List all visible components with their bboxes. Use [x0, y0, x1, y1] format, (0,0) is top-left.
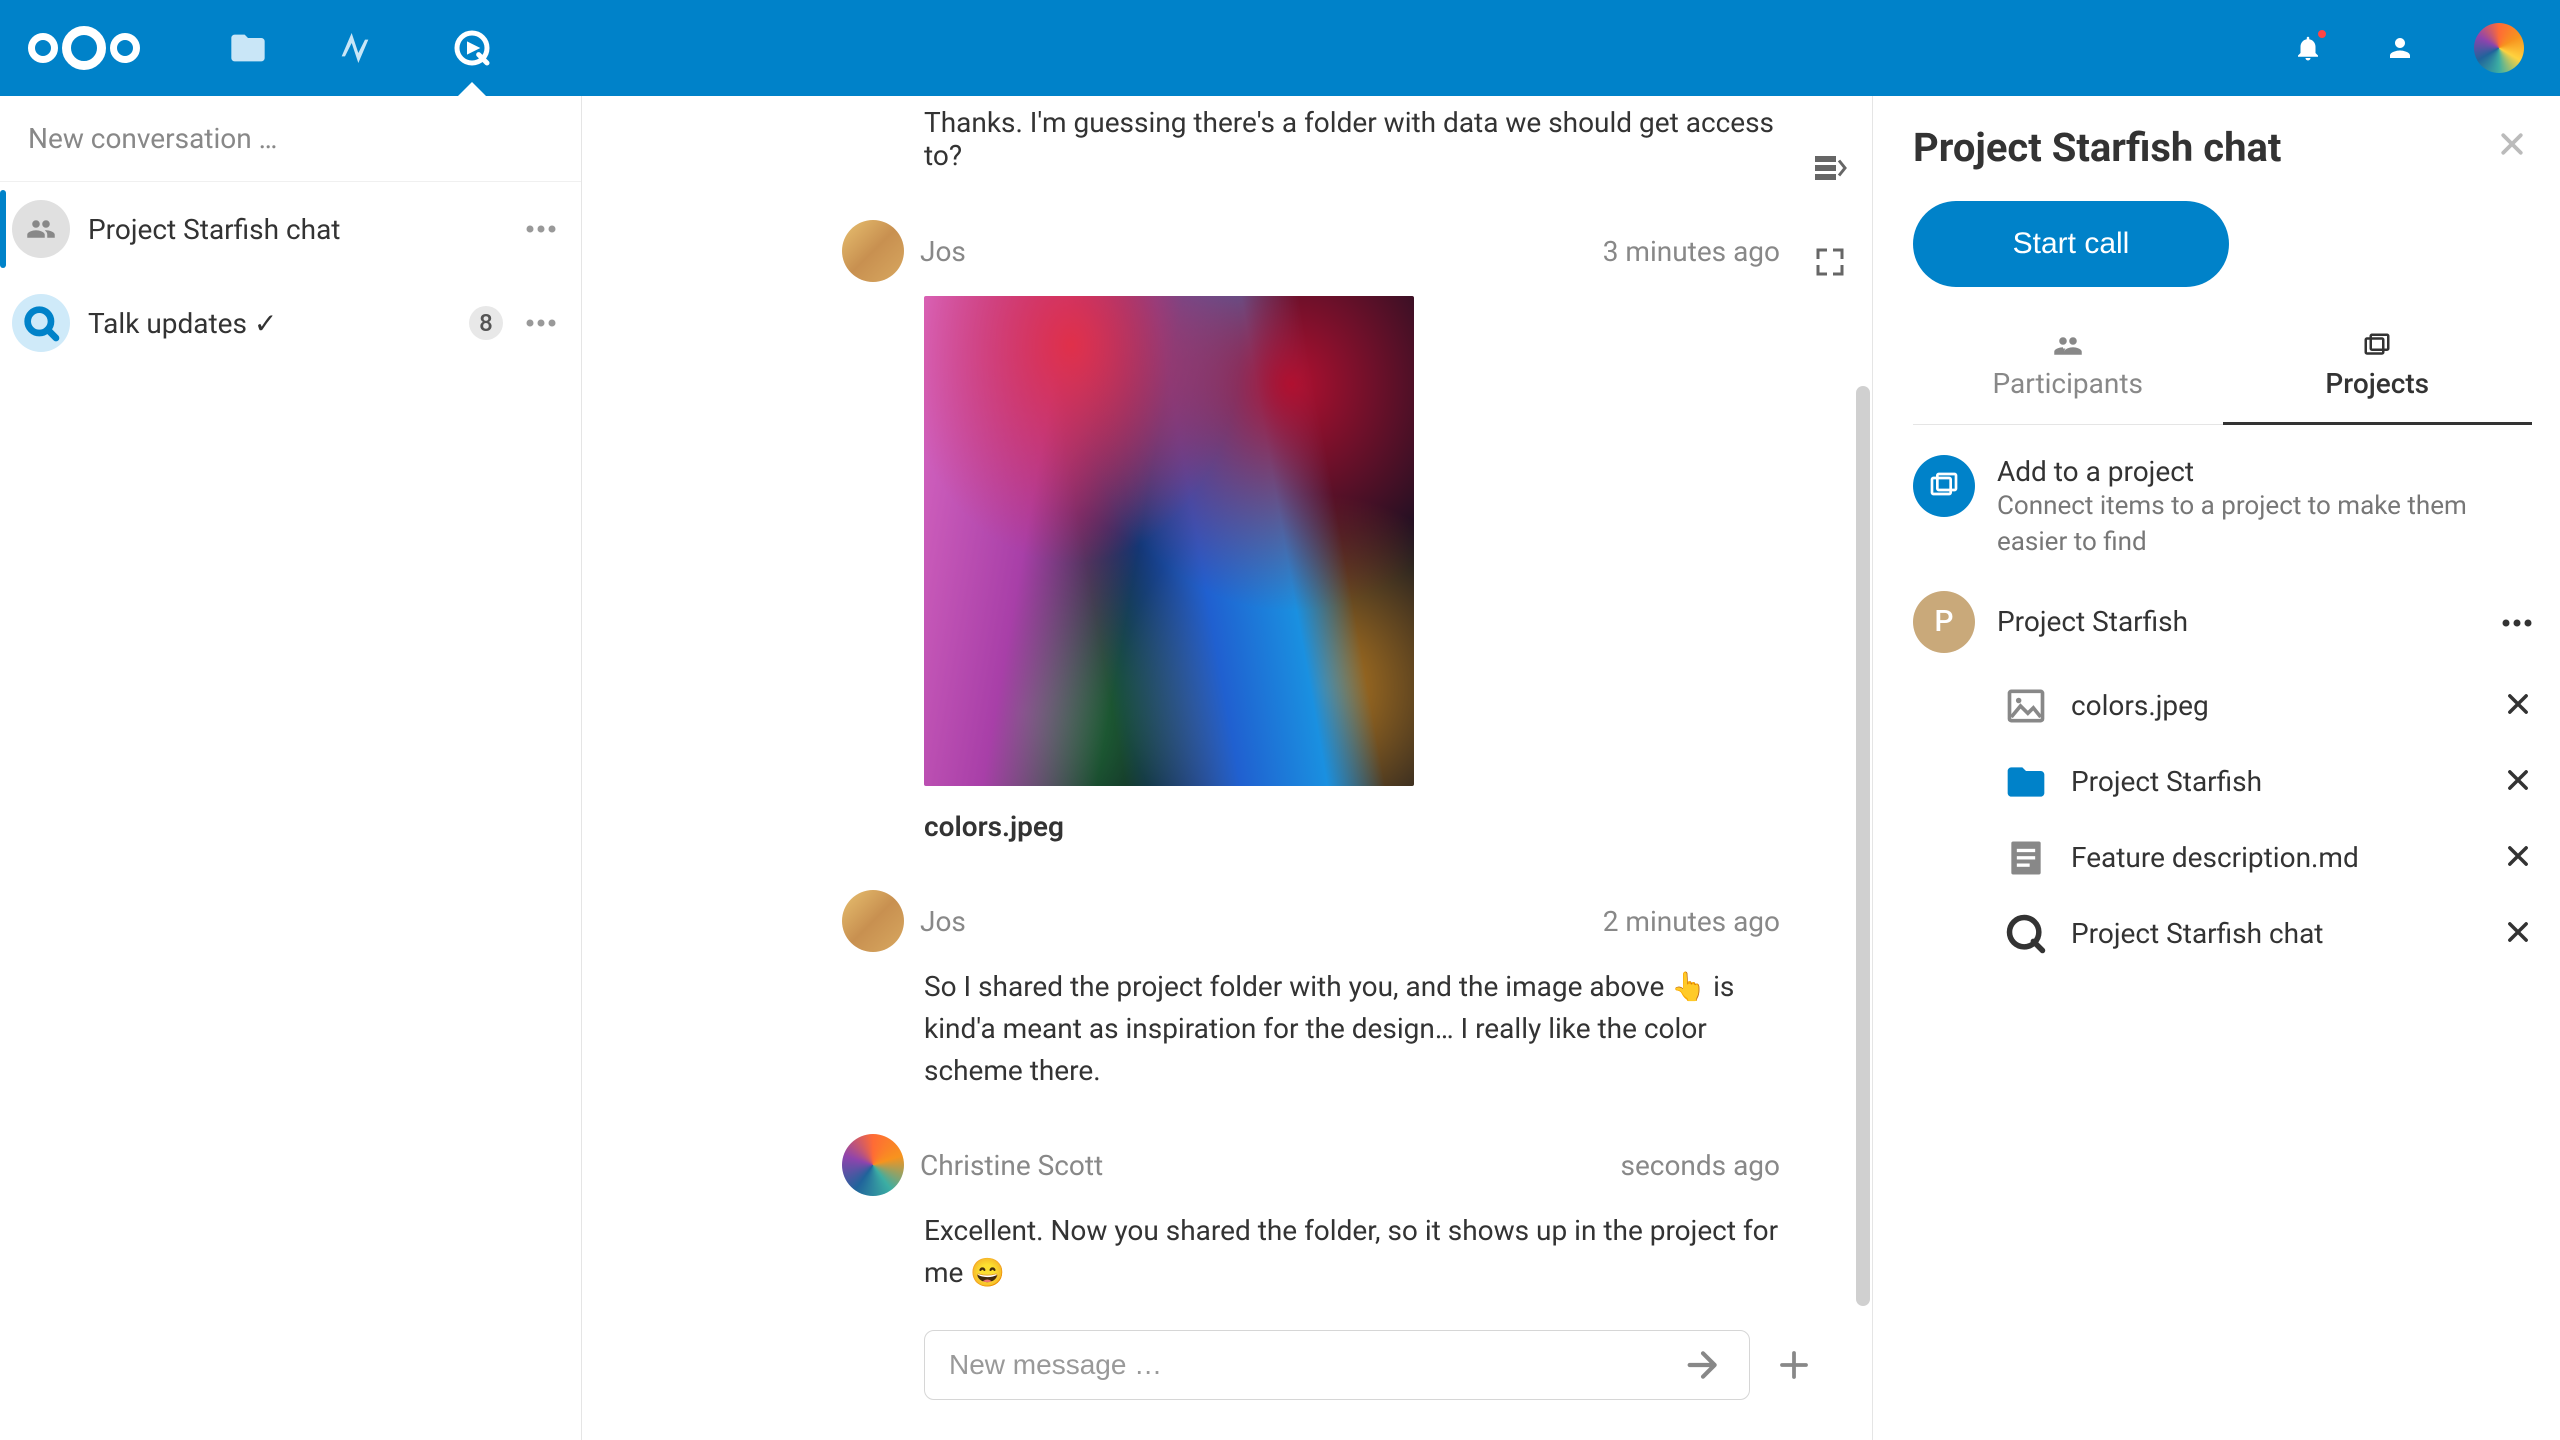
projects-icon [2223, 331, 2533, 361]
participants-icon [1913, 331, 2223, 361]
tab-label: Projects [2223, 367, 2533, 400]
send-icon[interactable] [1681, 1343, 1725, 1387]
conversation-name: Talk updates ✓ [88, 307, 451, 340]
message-body: Thanks. I'm guessing there's a folder wi… [924, 106, 1780, 172]
message-time: 3 minutes ago [1603, 235, 1780, 268]
logo-circle [110, 33, 140, 63]
conversation-item[interactable]: Project Starfish chat [0, 182, 581, 276]
conversation-menu-icon[interactable] [521, 225, 561, 233]
sender-avatar [842, 1134, 904, 1196]
message: Jos 3 minutes ago colors.jpeg [924, 220, 1780, 848]
contacts-icon[interactable] [2382, 30, 2418, 66]
attach-icon[interactable] [1772, 1343, 1816, 1387]
close-icon[interactable] [2492, 124, 2532, 164]
message-body: So I shared the project folder with you,… [924, 966, 1780, 1092]
project-item-label: Project Starfish chat [2071, 917, 2482, 950]
sender-name: Jos [920, 905, 966, 938]
message: Christine Scott seconds ago Excellent. N… [924, 1134, 1780, 1294]
document-icon [2003, 835, 2049, 881]
message-body: Excellent. Now you shared the folder, so… [924, 1210, 1780, 1294]
logo-circle [62, 26, 106, 70]
conversation-item[interactable]: Talk updates ✓ 8 [0, 276, 581, 370]
conversation-menu-icon[interactable] [521, 319, 561, 327]
sender-name: Jos [920, 235, 966, 268]
add-to-project-button[interactable]: Add to a project Connect items to a proj… [1913, 455, 2532, 561]
project-avatar: P [1913, 591, 1975, 653]
folder-icon [2003, 759, 2049, 805]
activity-icon[interactable] [340, 28, 380, 68]
tab-projects[interactable]: Projects [2223, 331, 2533, 425]
tab-participants[interactable]: Participants [1913, 331, 2223, 424]
add-project-title: Add to a project [1997, 455, 2532, 488]
details-panel: Project Starfish chat Start call Partici… [1872, 96, 2560, 1440]
conversation-name: Project Starfish chat [88, 213, 503, 246]
remove-icon[interactable] [2504, 842, 2532, 874]
link-icon [1913, 455, 1975, 517]
remove-icon[interactable] [2504, 690, 2532, 722]
compose-row [618, 1330, 1836, 1440]
nav-icons [228, 28, 492, 68]
message: Jos 2 minutes ago So I shared the projec… [924, 890, 1780, 1092]
message-time: seconds ago [1621, 1149, 1781, 1182]
sender-name: Christine Scott [920, 1149, 1103, 1182]
message-input[interactable] [949, 1349, 1681, 1381]
remove-icon[interactable] [2504, 766, 2532, 798]
app-logo[interactable] [28, 26, 140, 70]
conversation-list: New conversation … Project Starfish chat… [0, 96, 582, 1440]
project-item[interactable]: Feature description.md [1913, 835, 2532, 881]
chat-panel: Thanks. I'm guessing there's a folder wi… [582, 96, 1872, 1440]
topbar [0, 0, 2560, 96]
talk-app-icon [12, 294, 70, 352]
new-conversation-input[interactable]: New conversation … [0, 96, 581, 182]
project-item[interactable]: colors.jpeg [1913, 683, 2532, 729]
sender-avatar [842, 220, 904, 282]
tab-label: Participants [1913, 367, 2223, 400]
group-icon [12, 200, 70, 258]
logo-circle [28, 33, 58, 63]
topbar-right [2290, 23, 2524, 73]
add-project-subtitle: Connect items to a project to make them … [1997, 488, 2532, 561]
project-item-label: colors.jpeg [2071, 689, 2482, 722]
notification-dot [2316, 28, 2328, 40]
scrollbar-thumb[interactable] [1856, 386, 1870, 1306]
sender-avatar [842, 890, 904, 952]
project-item[interactable]: Project Starfish chat [1913, 911, 2532, 957]
unread-badge: 8 [469, 306, 503, 340]
chat-icon [2003, 911, 2049, 957]
remove-icon[interactable] [2504, 918, 2532, 950]
files-icon[interactable] [228, 28, 268, 68]
notifications-icon[interactable] [2290, 30, 2326, 66]
start-call-button[interactable]: Start call [1913, 201, 2229, 287]
attachment-filename[interactable]: colors.jpeg [924, 806, 1780, 848]
project-item-label: Feature description.md [2071, 841, 2482, 874]
main: New conversation … Project Starfish chat… [0, 96, 2560, 1440]
panel-title: Project Starfish chat [1913, 124, 2492, 171]
project-name: Project Starfish [1997, 605, 2480, 638]
panel-tabs: Participants Projects [1913, 331, 2532, 425]
message-time: 2 minutes ago [1603, 905, 1780, 938]
project-row[interactable]: P Project Starfish [1913, 591, 2532, 653]
project-menu-icon[interactable] [2502, 613, 2532, 631]
project-item[interactable]: Project Starfish [1913, 759, 2532, 805]
project-item-label: Project Starfish [2071, 765, 2482, 798]
image-file-icon [2003, 683, 2049, 729]
image-attachment[interactable] [924, 296, 1414, 786]
message-list[interactable]: Thanks. I'm guessing there's a folder wi… [618, 96, 1836, 1330]
user-avatar[interactable] [2474, 23, 2524, 73]
message-input-container [924, 1330, 1750, 1400]
talk-icon[interactable] [452, 28, 492, 68]
